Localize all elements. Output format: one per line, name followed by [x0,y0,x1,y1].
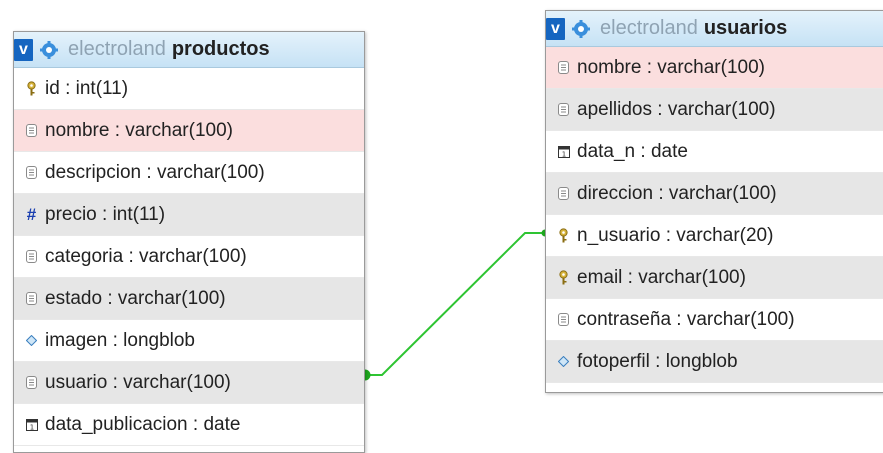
column-row[interactable]: 1 data_n : date [546,131,883,173]
table-header-usuarios[interactable]: v electroland usuarios [546,11,883,47]
column-label: precio : int(11) [45,203,166,225]
text-column-icon [25,292,38,306]
column-label: direccion : varchar(100) [577,182,777,204]
gear-icon[interactable] [40,40,58,59]
column-row[interactable]: fotoperfil : longblob [546,341,883,383]
column-row[interactable]: categoria : varchar(100) [14,236,364,278]
column-label: data_n : date [577,140,688,162]
column-label: data_publicacion : date [45,413,241,435]
column-label: imagen : longblob [45,329,195,351]
blob-diamond-icon [25,334,38,348]
column-row[interactable]: estado : varchar(100) [14,278,364,320]
column-row[interactable]: nombre : varchar(100) [14,110,364,152]
column-list-usuarios: nombre : varchar(100) apellidos : varchar… [546,47,883,383]
column-label: descripcion : varchar(100) [45,161,265,183]
table-card-usuarios[interactable]: v electroland usuarios nombre : varchar(… [545,10,883,393]
column-row[interactable]: direccion : varchar(100) [546,173,883,215]
column-row[interactable]: 1 data_publicacion : date [14,404,364,446]
column-label: estado : varchar(100) [45,287,226,309]
table-name[interactable]: usuarios [704,17,787,40]
toggle-columns-button[interactable]: v [14,38,33,61]
date-calendar-icon: 1 [557,145,570,159]
blob-diamond-icon [557,355,570,369]
column-row[interactable]: nombre : varchar(100) [546,47,883,89]
svg-text:1: 1 [561,150,565,158]
column-list-productos: id : int(11) nombre : varchar(100) descrip… [14,68,364,446]
text-column-icon [25,124,38,138]
gear-icon[interactable] [572,19,590,38]
column-label: nombre : varchar(100) [577,56,765,78]
text-column-icon [25,166,38,180]
text-column-icon [557,313,570,327]
column-row[interactable]: # precio : int(11) [14,194,364,236]
column-label: id : int(11) [45,77,129,99]
text-column-icon [557,61,570,75]
column-label: fotoperfil : longblob [577,350,738,372]
column-row[interactable]: apellidos : varchar(100) [546,89,883,131]
database-name[interactable]: electroland [600,17,698,40]
column-label: email : varchar(100) [577,266,746,288]
column-label: apellidos : varchar(100) [577,98,776,120]
database-name[interactable]: electroland [68,38,166,61]
column-row[interactable]: n_usuario : varchar(20) [546,215,883,257]
toggle-columns-button[interactable]: v [546,17,565,40]
numeric-hash-icon: # [26,204,37,224]
column-label: categoria : varchar(100) [45,245,247,267]
column-row[interactable]: contraseña : varchar(100) [546,299,883,341]
relation-connector[interactable] [365,232,547,376]
column-row[interactable]: descripcion : varchar(100) [14,152,364,194]
column-row[interactable]: imagen : longblob [14,320,364,362]
svg-text:1: 1 [29,423,33,431]
table-card-productos[interactable]: v electroland productos id : int(11) nomb… [13,31,365,453]
table-name[interactable]: productos [172,38,270,61]
key-icon [557,270,570,285]
column-label: usuario : varchar(100) [45,371,231,393]
key-icon [557,228,570,243]
column-label: nombre : varchar(100) [45,119,233,141]
text-column-icon [557,103,570,117]
text-column-icon [25,250,38,264]
column-label: contraseña : varchar(100) [577,308,795,330]
column-row[interactable]: email : varchar(100) [546,257,883,299]
column-row[interactable]: id : int(11) [14,68,364,110]
key-icon [25,81,38,96]
column-row[interactable]: usuario : varchar(100) [14,362,364,404]
text-column-icon [25,376,38,390]
table-header-productos[interactable]: v electroland productos [14,32,364,68]
date-calendar-icon: 1 [25,418,38,432]
column-label: n_usuario : varchar(20) [577,224,774,246]
text-column-icon [557,187,570,201]
